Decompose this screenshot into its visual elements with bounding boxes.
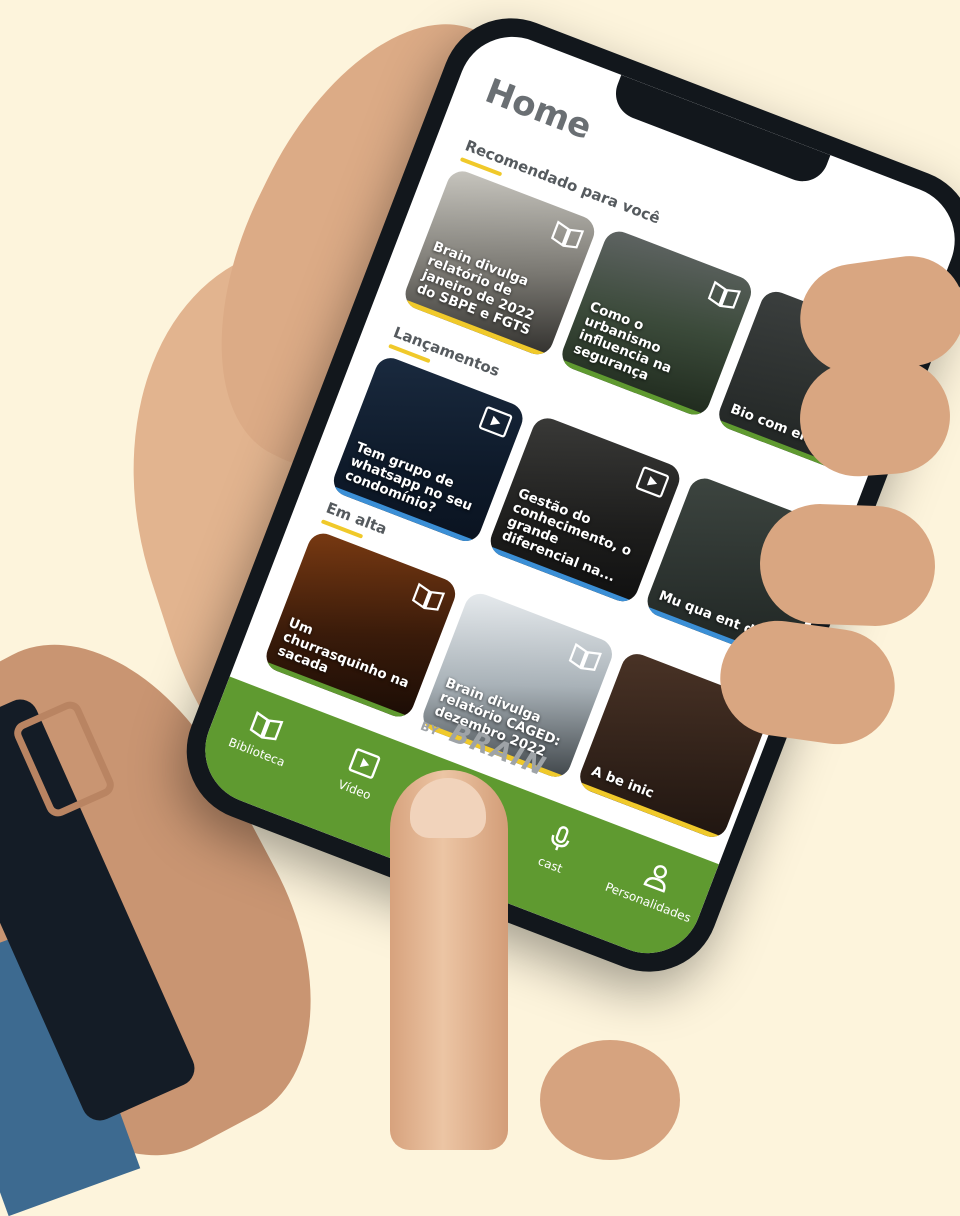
card-title: Gestão do conhecimento, o grande diferen… — [499, 485, 634, 586]
phone-notch — [608, 74, 831, 189]
brand-by: BY — [418, 718, 442, 739]
nav-label: cast — [536, 853, 565, 876]
book-icon — [550, 220, 585, 249]
knuckle — [540, 1040, 680, 1160]
video-icon — [348, 748, 381, 779]
card-title: Brain divulga relatório de janeiro de 20… — [414, 238, 537, 339]
book-icon — [568, 642, 602, 671]
book-icon — [707, 280, 742, 309]
nav-label: Biblioteca — [226, 735, 287, 770]
book-icon — [411, 582, 446, 611]
nav-item-biblioteca[interactable]: Biblioteca — [209, 695, 317, 776]
card-title: Como o urbanismo influencia na segurança — [571, 298, 674, 384]
page-title: Home — [479, 71, 598, 148]
nav-item-personalidades[interactable]: Personalidades — [601, 845, 709, 926]
finger-3 — [757, 501, 938, 629]
video-icon — [635, 466, 670, 498]
person-icon — [642, 864, 667, 893]
microphone-icon — [551, 826, 570, 851]
nav-item-podcast[interactable]: cast — [503, 808, 611, 889]
book-icon — [249, 711, 284, 741]
finger-2 — [796, 354, 954, 481]
video-icon — [478, 406, 513, 438]
